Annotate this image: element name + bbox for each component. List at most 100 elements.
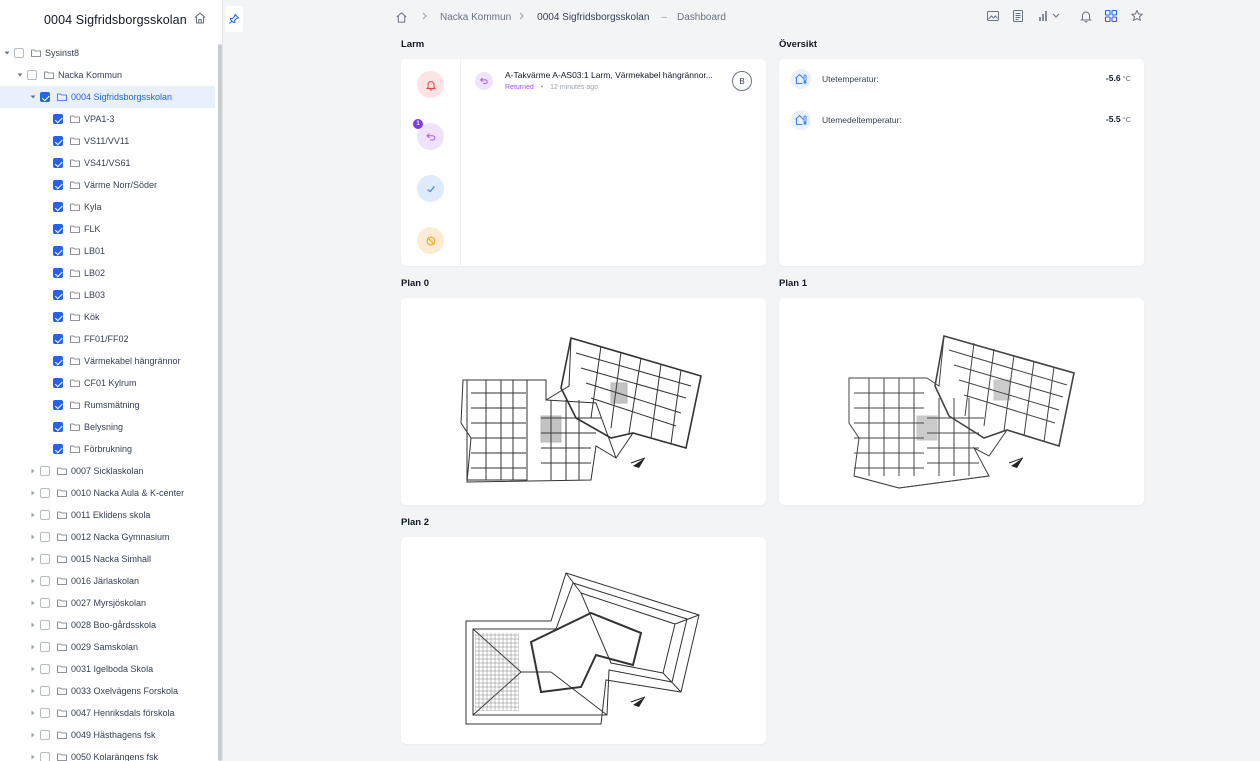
tree-item-checkbox[interactable] — [14, 48, 24, 58]
tree-item-checkbox[interactable] — [40, 686, 50, 696]
active-alarms-filter[interactable] — [417, 71, 444, 98]
tree-item-checkbox[interactable] — [40, 488, 50, 498]
tree-item[interactable]: Förbrukning — [0, 438, 215, 460]
chart-dropdown-icon[interactable] — [1037, 9, 1063, 23]
tree-item[interactable]: 0016 Järlaskolan — [0, 570, 215, 592]
caret-right-icon[interactable] — [29, 621, 37, 629]
tree-item-checkbox[interactable] — [40, 576, 50, 586]
image-icon[interactable] — [986, 9, 1000, 23]
tree-item[interactable]: FF01/FF02 — [0, 328, 215, 350]
tree-item-checkbox[interactable] — [53, 290, 63, 300]
tree-item-checkbox[interactable] — [53, 246, 63, 256]
tree-item[interactable]: VPA1-3 — [0, 108, 215, 130]
tree-item[interactable]: VS41/VS61 — [0, 152, 215, 174]
caret-right-icon[interactable] — [29, 687, 37, 695]
tree-item-checkbox[interactable] — [40, 708, 50, 718]
star-icon[interactable] — [1130, 9, 1144, 23]
caret-right-icon[interactable] — [29, 643, 37, 651]
tree-item-checkbox[interactable] — [53, 268, 63, 278]
tree-item[interactable]: 0007 Sickla­skolan — [0, 460, 215, 482]
tree-item-checkbox[interactable] — [40, 598, 50, 608]
returned-alarms-filter[interactable]: 1 — [413, 119, 444, 150]
tree-item-checkbox[interactable] — [53, 312, 63, 322]
tree-item[interactable]: Rumsmätning — [0, 394, 215, 416]
tree-item-checkbox[interactable] — [40, 532, 50, 542]
tree-item[interactable]: 0031 Igelboda Skola — [0, 658, 215, 680]
tree-item[interactable]: Belysning — [0, 416, 215, 438]
tree-item[interactable]: 0004 Sigfridsborgsskolan — [0, 86, 215, 108]
bell-icon[interactable] — [1079, 9, 1093, 23]
home-icon[interactable] — [193, 11, 207, 25]
tree-item-checkbox[interactable] — [40, 466, 50, 476]
tree-item[interactable]: 0011 Eklidens skola — [0, 504, 215, 526]
tree-item-checkbox[interactable] — [40, 92, 50, 102]
tree-item[interactable]: Kök — [0, 306, 215, 328]
caret-right-icon[interactable] — [29, 533, 37, 541]
tree-item[interactable]: 0012 Nacka Gymnasium — [0, 526, 215, 548]
tree-item[interactable]: 0033 Oxelvägens Forskola — [0, 680, 215, 702]
plan2-card[interactable] — [401, 537, 766, 744]
caret-right-icon[interactable] — [29, 489, 37, 497]
breadcrumb-level1[interactable]: Nacka Kommun — [440, 12, 511, 23]
tree-item[interactable]: 0010 Nacka Aula & K-center — [0, 482, 215, 504]
caret-down-icon[interactable] — [29, 93, 37, 101]
caret-down-icon[interactable] — [16, 71, 24, 79]
breadcrumb-home-icon[interactable] — [395, 11, 408, 24]
tree-item[interactable]: LB01 — [0, 240, 215, 262]
plan1-card[interactable] — [779, 298, 1144, 505]
caret-right-icon[interactable] — [29, 665, 37, 673]
avatar[interactable]: B — [732, 71, 752, 91]
caret-right-icon[interactable] — [29, 731, 37, 739]
tree-item-checkbox[interactable] — [40, 664, 50, 674]
tree-item-checkbox[interactable] — [40, 510, 50, 520]
tree-item-checkbox[interactable] — [40, 730, 50, 740]
caret-right-icon[interactable] — [29, 709, 37, 717]
tree-item-checkbox[interactable] — [40, 642, 50, 652]
tree-item-checkbox[interactable] — [53, 422, 63, 432]
caret-right-icon[interactable] — [29, 467, 37, 475]
tree-item-checkbox[interactable] — [53, 180, 63, 190]
alarm-list-item[interactable]: A-Takvärme A-AS03:1 Larm, Värmekabel hän… — [471, 67, 756, 101]
tree-item[interactable]: VS11/VV11 — [0, 130, 215, 152]
tree-item-checkbox[interactable] — [53, 158, 63, 168]
tree-item[interactable]: LB02 — [0, 262, 215, 284]
acknowledged-alarms-filter[interactable] — [417, 175, 444, 202]
tree-item-checkbox[interactable] — [53, 378, 63, 388]
tree-item-checkbox[interactable] — [53, 224, 63, 234]
plan0-card[interactable] — [401, 298, 766, 505]
tree-item[interactable]: 0029 Samskolan — [0, 636, 215, 658]
caret-right-icon[interactable] — [29, 577, 37, 585]
caret-right-icon[interactable] — [29, 599, 37, 607]
caret-right-icon[interactable] — [29, 753, 37, 761]
tree-item[interactable]: 0027 Myrsjöskolan — [0, 592, 215, 614]
tree-item-checkbox[interactable] — [53, 114, 63, 124]
tree-item-checkbox[interactable] — [27, 70, 37, 80]
pin-icon[interactable] — [225, 6, 243, 32]
tree-item[interactable]: CF01 Kylrum — [0, 372, 215, 394]
tree-item[interactable]: Sysinst8 — [0, 42, 215, 64]
tree-item[interactable]: 0047 Henriksdals förskola — [0, 702, 215, 724]
tree-item-checkbox[interactable] — [53, 202, 63, 212]
caret-right-icon[interactable] — [29, 511, 37, 519]
tree-item-checkbox[interactable] — [40, 752, 50, 761]
tree-item[interactable]: Nacka Kommun — [0, 64, 215, 86]
tree-item[interactable]: 0050 Kolarängens fsk — [0, 746, 215, 761]
tree-item[interactable]: 0015 Nacka Simhall — [0, 548, 215, 570]
document-icon[interactable] — [1011, 9, 1025, 23]
tree-item-checkbox[interactable] — [53, 356, 63, 366]
tree-item[interactable]: FLK — [0, 218, 215, 240]
tree-item-checkbox[interactable] — [53, 400, 63, 410]
caret-right-icon[interactable] — [29, 555, 37, 563]
tree-item[interactable]: Värme Norr/Söder — [0, 174, 215, 196]
tree-item-checkbox[interactable] — [53, 136, 63, 146]
tree-item[interactable]: LB03 — [0, 284, 215, 306]
sidebar-scrollbar[interactable] — [218, 44, 222, 761]
blocked-alarms-filter[interactable] — [417, 227, 444, 254]
grid-icon[interactable] — [1104, 9, 1118, 23]
caret-down-icon[interactable] — [3, 49, 11, 57]
tree-item[interactable]: Värmekabel hängrännor — [0, 350, 215, 372]
tree-item-checkbox[interactable] — [53, 444, 63, 454]
tree-item[interactable]: 0049 Hästhagens fsk — [0, 724, 215, 746]
tree-item-checkbox[interactable] — [40, 620, 50, 630]
breadcrumb-level2[interactable]: 0004 Sigfridsborgsskolan — [537, 12, 649, 23]
